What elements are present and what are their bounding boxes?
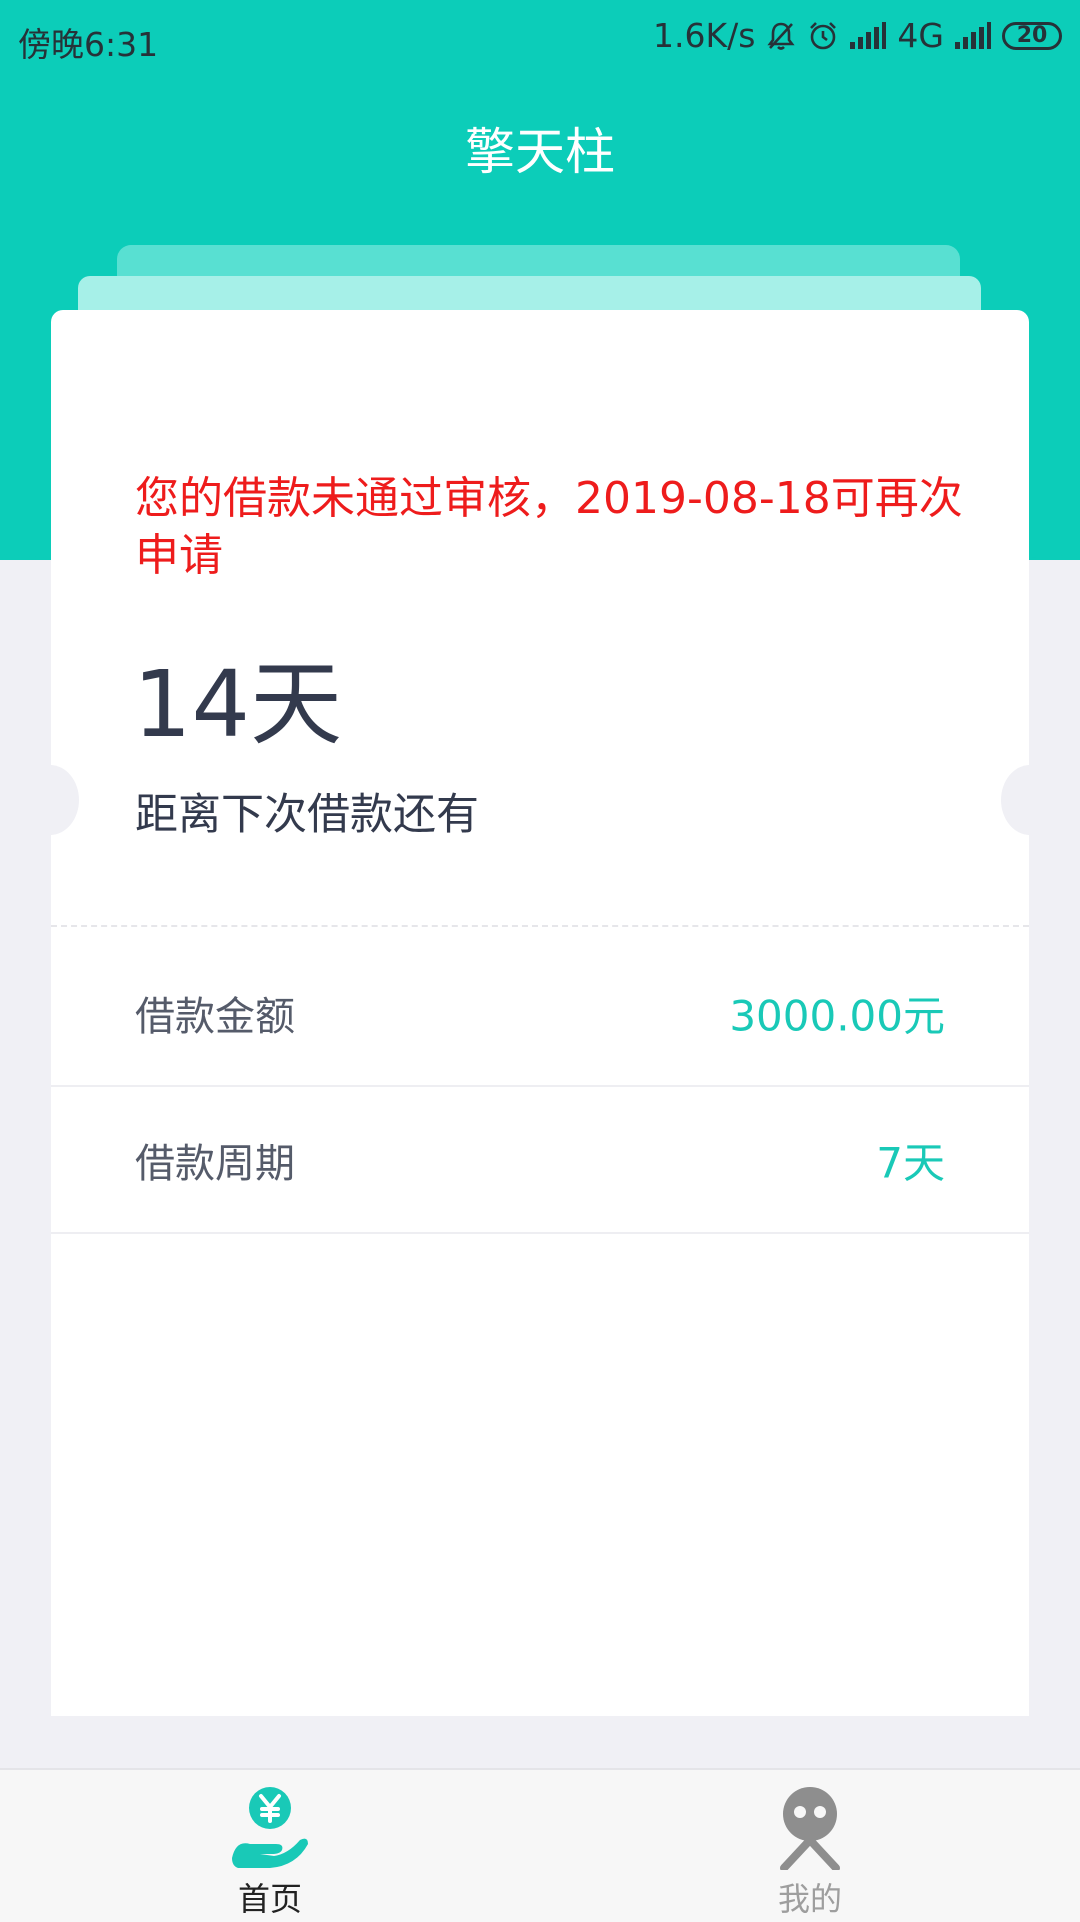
signal-icon xyxy=(850,21,887,49)
loan-amount-label: 借款金额 xyxy=(135,993,295,1040)
bottom-nav: 首页 我的 xyxy=(0,1768,1080,1922)
status-icons: 1.6K/s 4G 20 xyxy=(653,16,1062,55)
battery-level: 20 xyxy=(1016,22,1048,48)
nav-home-label: 首页 xyxy=(237,1880,302,1918)
battery-icon: 20 xyxy=(1002,21,1062,50)
loan-status-card: 您的借款未通过审核，2019-08-18可再次申请 14天 距离下次借款还有 借… xyxy=(51,310,1029,1740)
reject-message: 您的借款未通过审核，2019-08-18可再次申请 xyxy=(135,473,963,581)
days-remaining: 14天 xyxy=(133,651,343,758)
nav-mine[interactable]: 我的 xyxy=(540,1770,1080,1922)
days-caption: 距离下次借款还有 xyxy=(135,790,479,840)
nav-mine-label: 我的 xyxy=(777,1880,842,1918)
alarm-icon xyxy=(810,21,837,49)
network-type: 4G xyxy=(897,16,944,55)
loan-period-label: 借款周期 xyxy=(135,1140,295,1187)
loan-amount-row: 借款金额 3000.00元 xyxy=(51,940,1029,1087)
page-title: 擎天柱 xyxy=(465,123,615,181)
card-wave-edge xyxy=(51,1716,1029,1746)
signal-icon-2 xyxy=(955,21,991,49)
loan-amount-value: 3000.00元 xyxy=(729,991,945,1040)
ticket-notch-right xyxy=(1001,765,1029,835)
nav-home[interactable]: 首页 xyxy=(0,1770,540,1922)
person-icon xyxy=(780,1787,840,1870)
loan-period-row: 借款周期 7天 xyxy=(51,1087,1029,1234)
bell-muted-icon xyxy=(767,22,796,50)
loan-period-value: 7天 xyxy=(876,1138,945,1187)
net-speed: 1.6K/s xyxy=(652,16,756,55)
hand-yuan-icon xyxy=(232,1787,308,1868)
dashed-divider xyxy=(51,925,1029,927)
status-bar: 傍晚6:31 1.6K/s 4G 20 xyxy=(0,0,1080,74)
status-time: 傍晚6:31 xyxy=(18,25,159,64)
ticket-notch-left xyxy=(51,765,79,835)
